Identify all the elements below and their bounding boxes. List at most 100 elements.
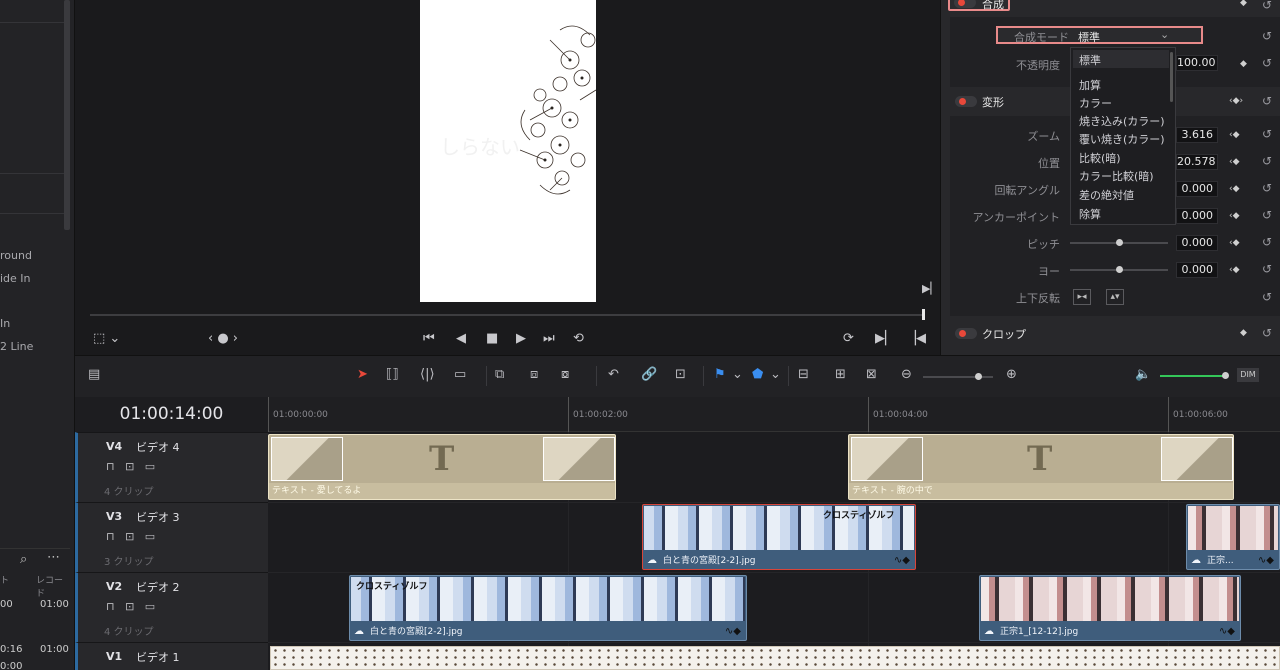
volume-knob[interactable] [1222, 372, 1229, 379]
track-header-v3[interactable]: V3 ビデオ 3 ⊓ ⊡ ▭ 3 クリップ [75, 502, 268, 572]
next-clip-icon[interactable]: ▶▏ [875, 331, 895, 346]
keyframe-icon[interactable]: ◆ [1240, 328, 1247, 338]
match-frame-icon[interactable]: ⟳ [843, 331, 854, 346]
transform-toggle[interactable] [955, 96, 977, 107]
crop-toggle[interactable] [955, 328, 977, 339]
background-image-clip[interactable] [270, 646, 1280, 670]
timeline-ruler[interactable] [268, 397, 1280, 432]
dynamic-trim-icon[interactable]: ⟨|⟩ [420, 367, 435, 382]
zoom-value[interactable]: 3.616 [1176, 127, 1218, 143]
yaw-slider-knob[interactable] [1116, 266, 1123, 273]
zoom-in-icon[interactable]: ⊕ [1006, 367, 1017, 382]
search-icon[interactable]: ⌕ [20, 552, 27, 567]
menu-item-add[interactable]: 加算 [1079, 77, 1101, 93]
dim-button[interactable]: DIM [1237, 368, 1259, 382]
keyframe-icon[interactable]: ◆ [1240, 0, 1247, 8]
play-reverse-icon[interactable]: ◀ [456, 331, 466, 346]
keyframe-nav-icon[interactable]: ‹◆› [1229, 96, 1243, 106]
keyframe-icon[interactable]: ◆ [1240, 59, 1247, 69]
menu-item-normal[interactable]: 標準 [1079, 52, 1101, 68]
track-controls[interactable]: ⊓ ⊡ ▭ [106, 460, 155, 473]
timeline-timecode[interactable]: 01:00:14:00 [75, 397, 268, 432]
keyframe-nav-icon[interactable]: ‹◆ [1229, 265, 1240, 275]
composite-mode-menu[interactable]: 標準 加算 カラー 焼き込み(カラー) 覆い焼き(カラー) 比較(暗) カラー比… [1070, 47, 1176, 225]
insert-clip-icon[interactable]: ⧉ [495, 367, 504, 382]
reset-icon[interactable]: ↺ [1262, 154, 1272, 168]
lock-icon[interactable]: ⊡ [675, 367, 686, 382]
bin-item[interactable]: In [0, 317, 10, 330]
timeline-view-icon[interactable]: ▤ [88, 367, 100, 382]
viewer-playhead[interactable] [922, 309, 925, 320]
menu-item-darken[interactable]: 比較(暗) [1079, 150, 1121, 166]
title-clip[interactable]: T テキスト - 愛してるよ [268, 434, 616, 500]
bin-item[interactable]: round [0, 249, 32, 262]
go-to-start-icon[interactable]: ⏮ [423, 331, 435, 346]
reset-icon[interactable]: ↺ [1262, 0, 1272, 12]
reset-icon[interactable]: ↺ [1262, 56, 1272, 70]
link-icon[interactable]: 🔗 [641, 367, 657, 382]
flip-vertical-icon[interactable]: ▴▾ [1106, 289, 1124, 305]
flip-horizontal-icon[interactable]: ▸◂ [1073, 289, 1091, 305]
chevron-down-icon[interactable]: ⌄ [770, 367, 781, 382]
overwrite-clip-icon[interactable]: ⧈ [530, 367, 538, 382]
keyframe-nav-icon[interactable]: ‹◆ [1229, 130, 1240, 140]
marker-icon[interactable]: ⬟ [752, 367, 763, 382]
track-name[interactable]: ビデオ 4 [136, 439, 180, 455]
bin-scrollbar[interactable] [64, 0, 70, 230]
keyframe-nav-icon[interactable]: ‹◆ [1229, 238, 1240, 248]
video-clip[interactable]: クロスティゾルフ ☁ 白と青の宮殿[2-2].jpg ∿◆ [349, 575, 747, 641]
video-clip[interactable]: ☁ 正宗1_[12-12].jpg ∿◆ [979, 575, 1241, 641]
loop-icon[interactable]: ⟲ [573, 331, 584, 346]
menu-item-color-dodge[interactable]: 覆い焼き(カラー) [1079, 131, 1165, 147]
reset-icon[interactable]: ↺ [1262, 29, 1272, 43]
track-controls[interactable]: ⊓ ⊡ ▭ [106, 600, 155, 613]
keyframe-nav-icon[interactable]: ‹◆ [1229, 157, 1240, 167]
menu-item-color-burn[interactable]: 焼き込み(カラー) [1079, 113, 1165, 129]
next-marker-icon[interactable]: ▶▏ [922, 282, 939, 295]
reset-icon[interactable]: ↺ [1262, 326, 1272, 340]
zoom-out-icon[interactable]: ⊖ [901, 367, 912, 382]
menu-item-difference[interactable]: 差の絶対値 [1079, 187, 1134, 203]
track-name[interactable]: ビデオ 3 [136, 509, 180, 525]
timeline-zoom-slider[interactable] [923, 376, 993, 378]
composite-mode-dropdown[interactable]: 合成モード 標準 ⌄ [996, 26, 1203, 44]
trim-tool-icon[interactable]: ⟦⟧ [386, 367, 399, 382]
prev-clip-icon[interactable]: ▕◀ [906, 331, 926, 346]
zoom-detail-icon[interactable]: ⊞ [835, 367, 846, 382]
volume-icon[interactable]: 🔈 [1135, 367, 1151, 382]
jog-control-icon[interactable]: ‹ ● › [208, 331, 238, 346]
flag-icon[interactable]: ⚑ [714, 367, 726, 382]
selection-tool-icon[interactable]: ➤ [357, 367, 368, 382]
keyframe-nav-icon[interactable]: ‹◆ [1229, 211, 1240, 221]
menu-item-color[interactable]: カラー [1079, 95, 1112, 111]
menu-item-divide[interactable]: 除算 [1079, 206, 1101, 222]
pitch-value[interactable]: 0.000 [1176, 235, 1218, 251]
reset-icon[interactable]: ↺ [1262, 127, 1272, 141]
reset-icon[interactable]: ↺ [1262, 181, 1272, 195]
pitch-slider-knob[interactable] [1116, 239, 1123, 246]
reset-icon[interactable]: ↺ [1262, 290, 1272, 304]
menu-item-darker-color[interactable]: カラー比較(暗) [1079, 168, 1154, 184]
more-options-icon[interactable]: ⋯ [47, 550, 60, 565]
composite-header-highlight[interactable]: 合成 [948, 0, 1010, 11]
bin-item[interactable]: 2 Line [0, 340, 33, 353]
composite-toggle[interactable] [954, 0, 976, 8]
video-clip[interactable]: ☁ 正宗... ∿◆ [1186, 504, 1280, 570]
transform-mode-icon[interactable]: ⬚ ⌄ [93, 331, 120, 346]
bin-item[interactable]: ide In [0, 272, 31, 285]
timeline-zoom-knob[interactable] [975, 373, 982, 380]
blade-tool-icon[interactable]: ▭ [454, 367, 466, 382]
track-header-v1[interactable]: V1 ビデオ 1 [75, 642, 268, 670]
viewer-scrubber[interactable] [90, 314, 924, 316]
stop-icon[interactable]: ■ [486, 331, 498, 346]
play-icon[interactable]: ▶ [516, 331, 526, 346]
zoom-full-icon[interactable]: ⊟ [798, 367, 809, 382]
zoom-custom-icon[interactable]: ⊠ [866, 367, 877, 382]
snapping-icon[interactable]: ↶ [608, 367, 619, 382]
yaw-value[interactable]: 0.000 [1176, 262, 1218, 278]
go-to-end-icon[interactable]: ⏭ [543, 331, 555, 346]
track-header-v4[interactable]: V4 ビデオ 4 ⊓ ⊡ ▭ 4 クリップ [75, 432, 268, 502]
keyframe-nav-icon[interactable]: ‹◆ [1229, 184, 1240, 194]
track-controls[interactable]: ⊓ ⊡ ▭ [106, 530, 155, 543]
chevron-down-icon[interactable]: ⌄ [732, 367, 743, 382]
